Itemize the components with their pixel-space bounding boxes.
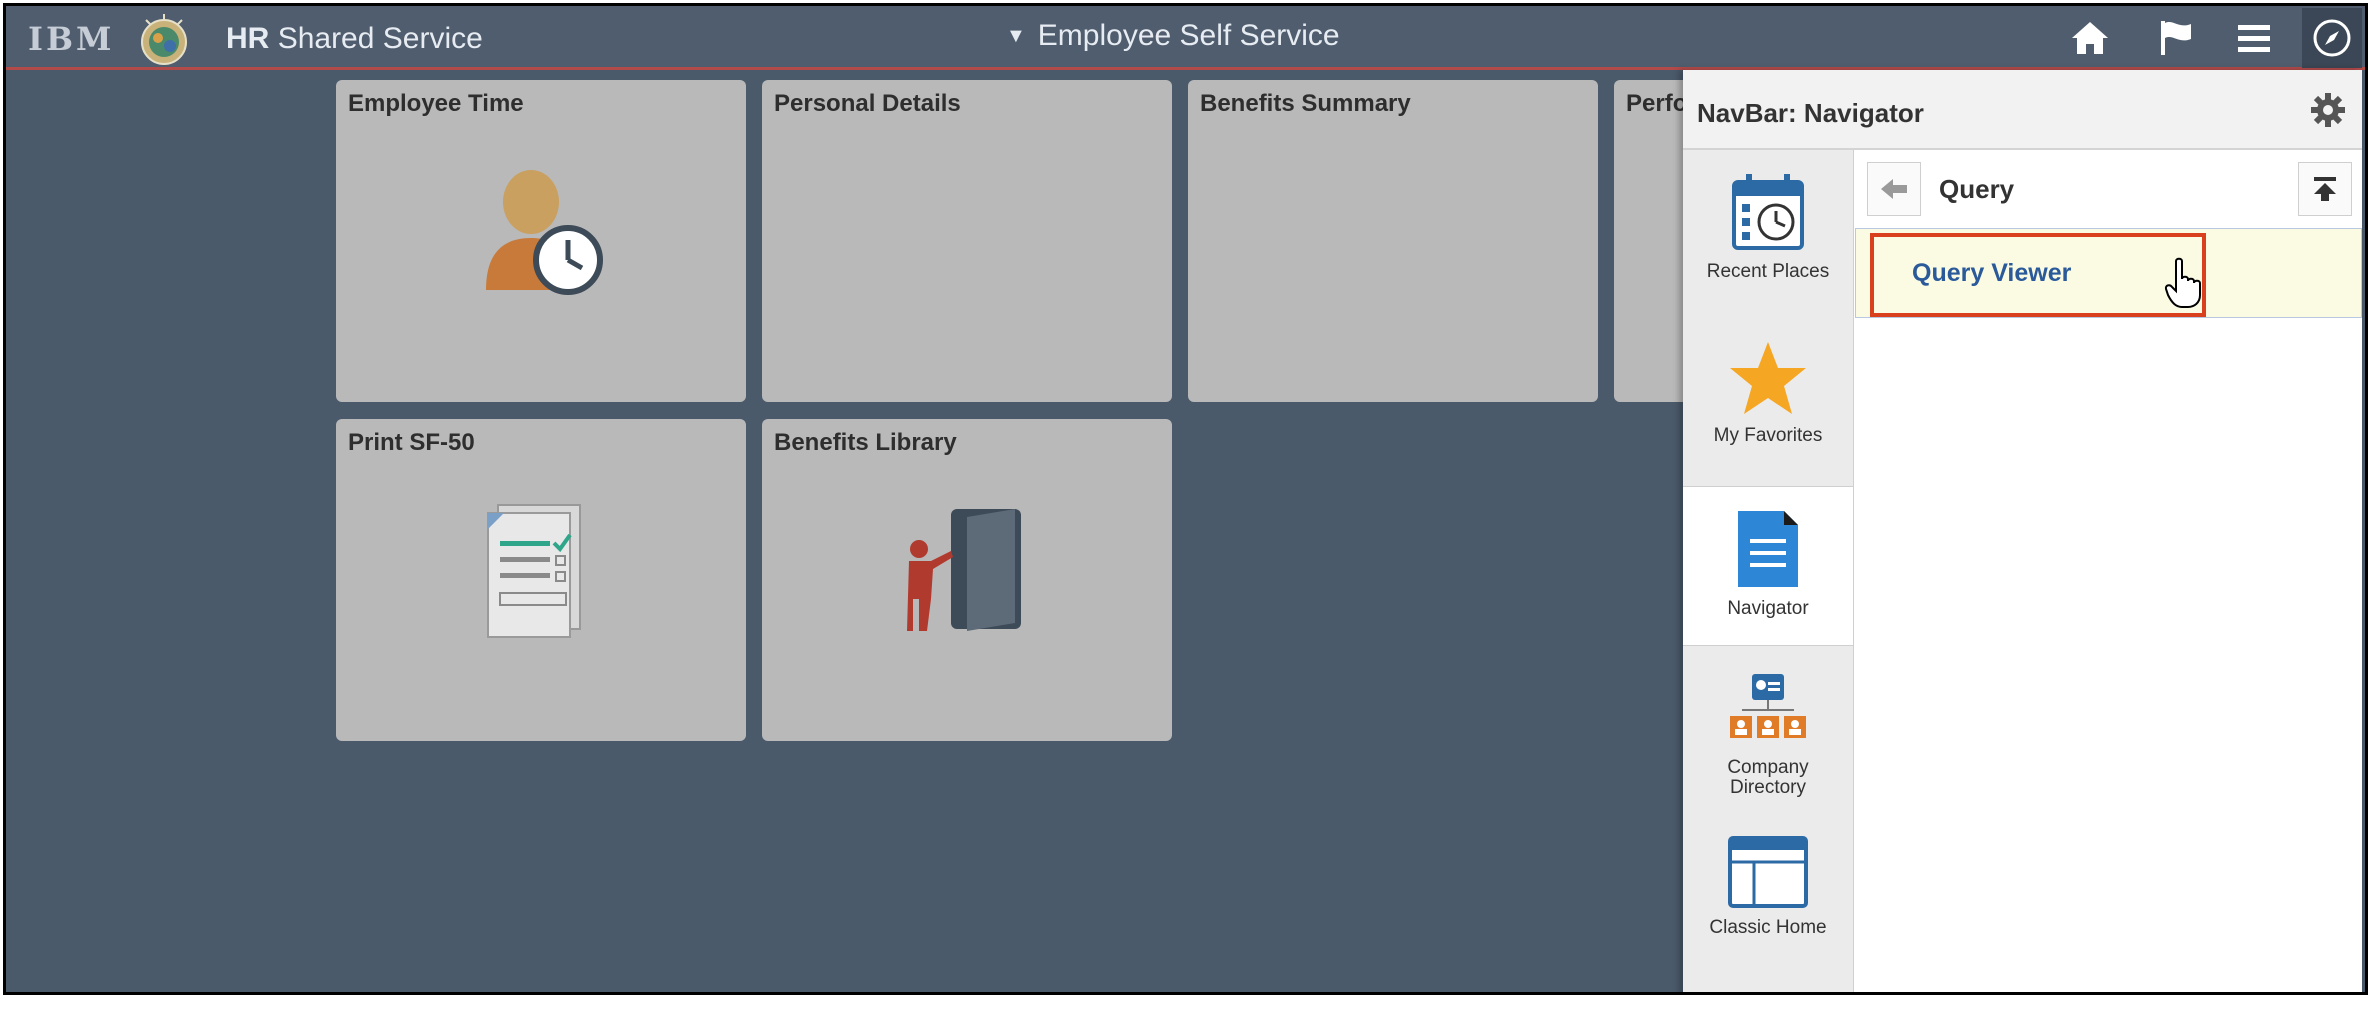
- page-title: Employee Self Service: [1037, 19, 1340, 52]
- star-icon: [1730, 342, 1806, 414]
- presenter-door-icon: [907, 509, 1021, 631]
- rail-item-my-favorites[interactable]: My Favorites: [1683, 318, 1853, 478]
- arrow-to-top-icon: [2314, 177, 2336, 201]
- browser-window-icon: [1728, 836, 1808, 908]
- rail-item-label: Recent Places: [1706, 261, 1830, 282]
- back-button[interactable]: [1867, 162, 1921, 216]
- header-bar: IBM HR Shared Service ▼ Employee Self Se…: [6, 6, 2365, 70]
- ibm-logo: IBM: [28, 20, 115, 58]
- document-list-icon: [1738, 511, 1798, 587]
- screenshot-frame: IBM HR Shared Service ▼ Employee Self Se…: [3, 3, 2368, 995]
- person-clock-icon: [486, 170, 603, 295]
- app-title-bold: HR: [226, 22, 270, 55]
- tile-personal-details[interactable]: Personal Details: [762, 80, 1172, 402]
- navigator-compass-icon: [2313, 19, 2351, 57]
- actions-menu-button[interactable]: [2232, 16, 2276, 60]
- app-title: HR Shared Service: [226, 22, 483, 56]
- navbar-panel: NavBar: Navigator Recent Places My Favor…: [1683, 70, 2362, 992]
- list-item-query-viewer[interactable]: Query Viewer: [1855, 228, 2362, 318]
- navbar-title: NavBar: Navigator: [1697, 98, 1924, 128]
- navbar-header: NavBar: Navigator: [1683, 70, 2362, 150]
- navbar-rail: Recent Places My Favorites Navigator Com…: [1683, 150, 1854, 992]
- notifications-button[interactable]: [2154, 16, 2198, 60]
- rail-item-classic-home[interactable]: Classic Home: [1683, 814, 1853, 974]
- calendar-clock-icon: [1732, 174, 1804, 250]
- tile-title: Employee Time: [348, 90, 524, 117]
- page-title-dropdown[interactable]: ▼ Employee Self Service: [1006, 19, 1340, 53]
- rail-item-company-directory[interactable]: Company Directory: [1683, 650, 1853, 810]
- tile-employee-time[interactable]: Employee Time: [336, 80, 746, 402]
- checklist-document-icon: [487, 504, 581, 638]
- menu-icon: [2238, 25, 2270, 52]
- rail-item-label: Navigator: [1727, 598, 1809, 619]
- caret-down-icon: ▼: [1006, 24, 1026, 47]
- globe-logo-icon: [141, 14, 187, 65]
- rail-item-navigator[interactable]: Navigator: [1683, 486, 1853, 646]
- flag-icon: [2161, 21, 2191, 55]
- org-chart-icon: [1730, 674, 1806, 738]
- gear-icon[interactable]: [2310, 92, 2346, 128]
- navbar-button[interactable]: [2302, 8, 2362, 68]
- tile-title: Benefits Summary: [1200, 90, 1411, 117]
- go-to-top-button[interactable]: [2298, 162, 2352, 216]
- tile-benefits-library[interactable]: Benefits Library: [762, 419, 1172, 741]
- back-arrow-icon: [1881, 179, 1907, 199]
- rail-item-label: My Favorites: [1713, 425, 1823, 446]
- tile-title: Personal Details: [774, 90, 961, 117]
- home-icon: [2072, 22, 2108, 54]
- tile-title: Print SF-50: [348, 429, 475, 456]
- home-button[interactable]: [2068, 16, 2112, 60]
- rail-item-recent-places[interactable]: Recent Places: [1683, 150, 1853, 310]
- rail-item-label: Company Directory: [1727, 757, 1809, 798]
- tile-benefits-summary[interactable]: Benefits Summary: [1188, 80, 1598, 402]
- navigator-content: Query Query Viewer: [1855, 150, 2362, 992]
- folder-title: Query: [1939, 174, 2015, 204]
- tile-title: Perfo: [1626, 90, 1688, 117]
- tile-print-sf50[interactable]: Print SF-50: [336, 419, 746, 741]
- query-viewer-link[interactable]: Query Viewer: [1912, 259, 2071, 288]
- hand-cursor-icon: [2164, 257, 2201, 308]
- rail-item-label: Classic Home: [1709, 917, 1827, 938]
- app-title-rest: Shared Service: [277, 22, 483, 55]
- tile-title: Benefits Library: [774, 429, 957, 456]
